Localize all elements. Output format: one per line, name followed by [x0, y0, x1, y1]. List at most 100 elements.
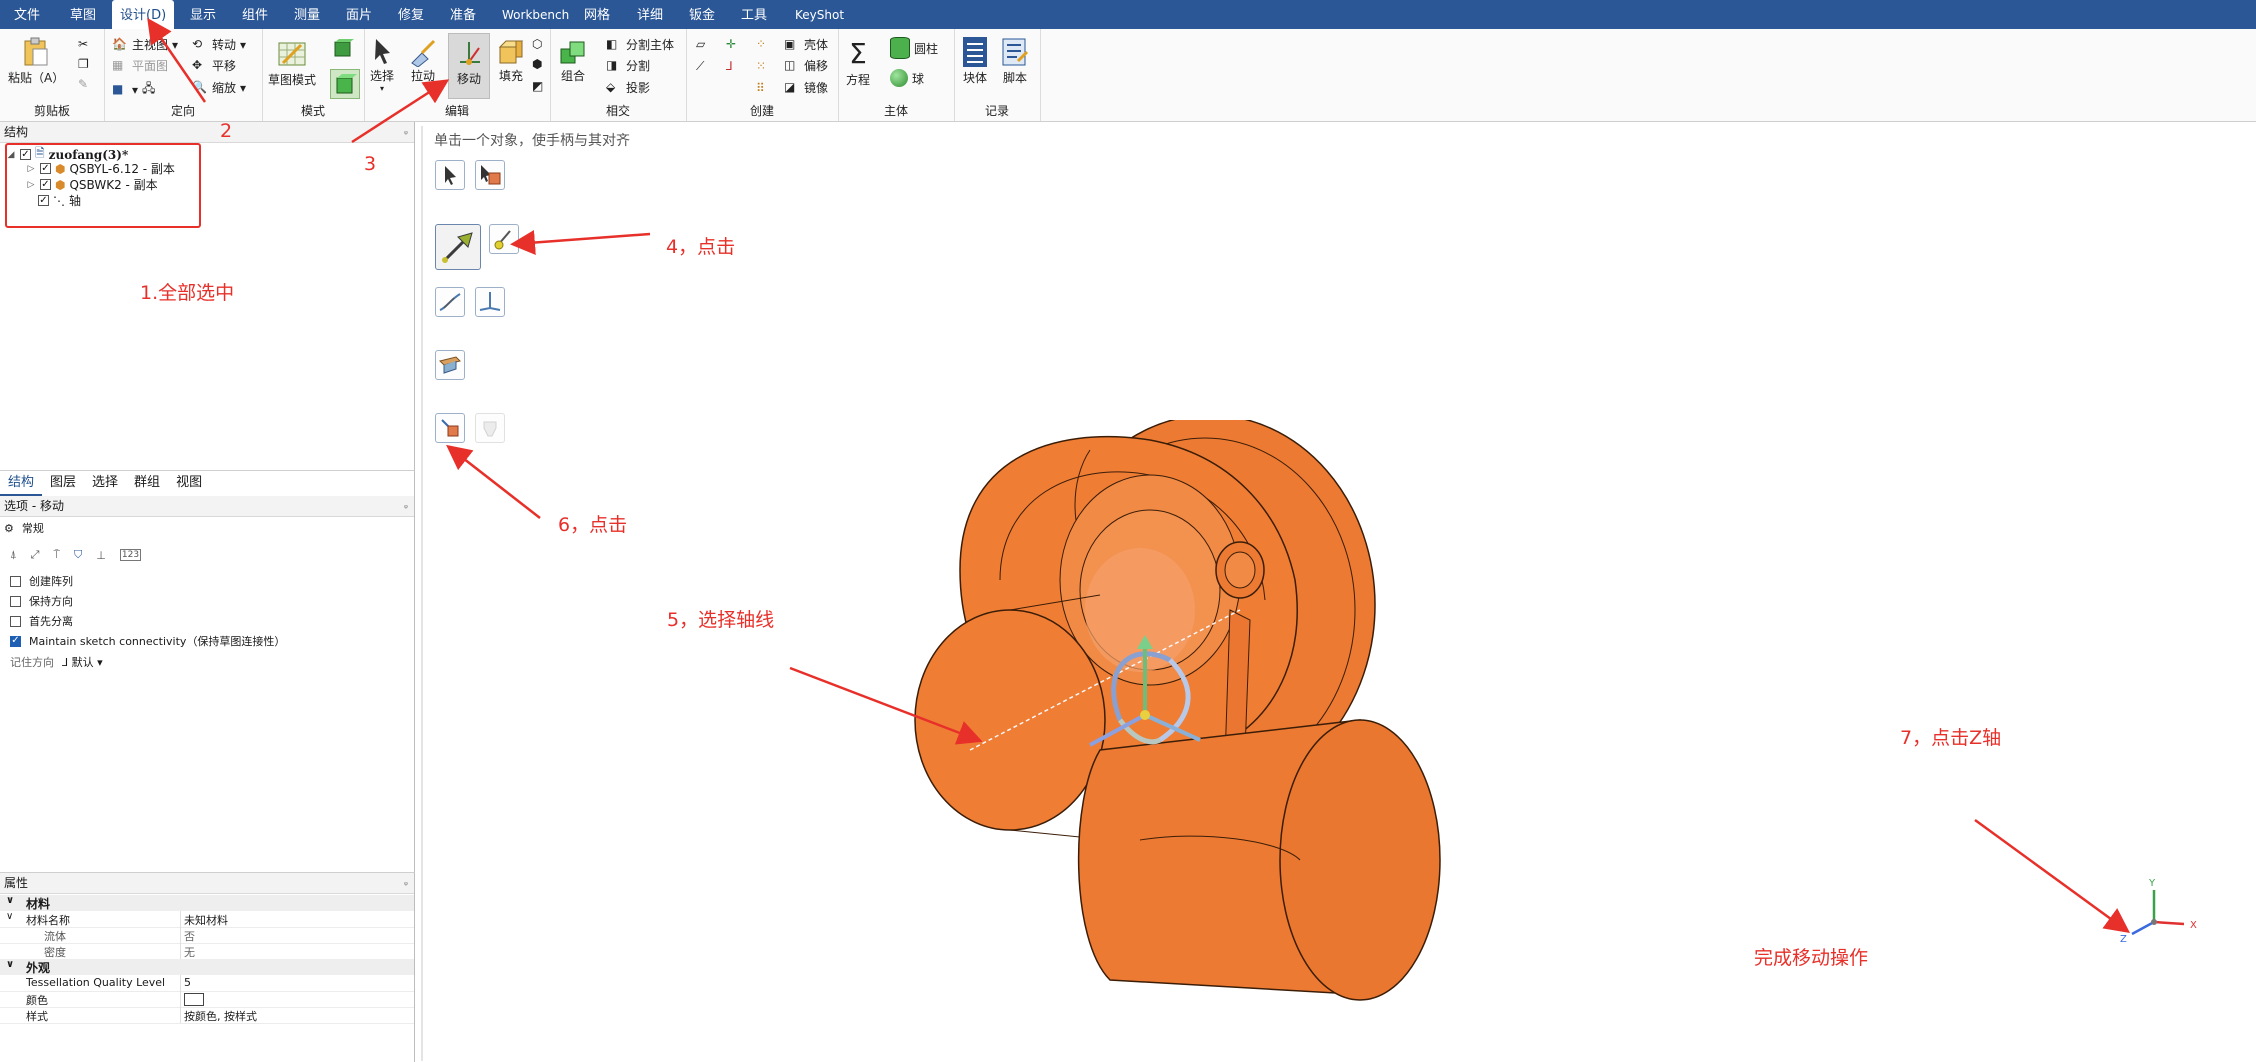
menu-assembly[interactable]: 组件 [242, 0, 268, 29]
menu-sketch[interactable]: 草图 [70, 0, 96, 29]
menu-sheetmetal[interactable]: 钣金 [689, 0, 715, 29]
format-painter-icon[interactable]: ✎ [78, 77, 88, 91]
menu-prepare[interactable]: 准备 [450, 0, 476, 29]
menu-display[interactable]: 显示 [190, 0, 216, 29]
fluid-row[interactable]: 流体 否 [0, 927, 414, 944]
up-to-tool[interactable] [435, 413, 465, 443]
grid-pattern-icon[interactable]: ⠿ [756, 81, 765, 95]
axis-select-icon[interactable]: ⤢ [31, 548, 40, 562]
menu-keyshot[interactable]: KeyShot [795, 0, 844, 29]
section-mode-icon[interactable] [332, 37, 354, 59]
menu-file[interactable]: 文件 [14, 0, 40, 29]
sphere-button[interactable]: 球 [890, 69, 924, 87]
tab-groups[interactable]: 群组 [126, 472, 168, 494]
ruler-dimension-tool[interactable] [435, 350, 465, 380]
split-button[interactable]: ◨ 分割 [606, 57, 650, 74]
script-button[interactable]: 脚本 [1000, 35, 1030, 86]
keep-orientation-checkbox[interactable] [10, 595, 21, 607]
collapse-icon[interactable]: ∨ [6, 959, 14, 970]
orientation-dropdown[interactable]: ⅃ 默认 ▾ [62, 654, 103, 670]
anchor-icon[interactable]: ⍋ [10, 548, 17, 562]
detach-icon[interactable]: ⛉ [74, 548, 82, 562]
color-row[interactable]: 颜色 [0, 991, 414, 1008]
select-component-tool[interactable] [475, 160, 505, 190]
material-category[interactable]: ∨ 材料 [0, 895, 414, 911]
detach-first-checkbox[interactable] [10, 615, 21, 627]
point-pattern-icon[interactable]: ⁘ [756, 37, 766, 51]
tab-layers[interactable]: 图层 [42, 472, 84, 494]
zoom-button[interactable]: 🔍 缩放 ▾ [192, 79, 246, 96]
menu-mesh[interactable]: 网格 [584, 0, 610, 29]
plan-view-button[interactable]: ▦ 平面图 [112, 57, 168, 74]
move-along-trajectory-tool[interactable] [435, 287, 465, 317]
equation-button[interactable]: Σ 方程 [846, 37, 870, 88]
menu-measure[interactable]: 测量 [294, 0, 320, 29]
measure-icon[interactable]: 123 [119, 549, 142, 561]
anchor-tool[interactable] [489, 224, 519, 254]
project-button[interactable]: ⬙ 投影 [606, 79, 650, 96]
offset-button[interactable]: ◫ 偏移 [784, 57, 828, 74]
pin-icon[interactable]: ᵩ [404, 496, 408, 516]
create-pattern-checkbox[interactable] [10, 575, 21, 587]
menu-detail[interactable]: 详细 [637, 0, 663, 29]
axis-triad[interactable]: Y X Z [2112, 864, 2202, 954]
move-handle-tool[interactable] [435, 224, 481, 270]
viewport-divider[interactable] [421, 126, 423, 1061]
density-row[interactable]: 密度 无 [0, 943, 414, 960]
style-row[interactable]: 样式 按颜色, 按样式 [0, 1007, 414, 1024]
axis-icon[interactable]: ⟋ [696, 59, 704, 74]
up-to-icon[interactable]: ⊥ [96, 549, 106, 562]
block-button[interactable]: 块体 [960, 35, 990, 86]
pan-button[interactable]: ✥ 平移 [192, 57, 236, 74]
select-handle-tool[interactable] [435, 160, 465, 190]
select-button[interactable]: 选择 ▾ [368, 37, 396, 93]
3d-mode-icon[interactable] [330, 69, 360, 99]
material-name-row[interactable]: ∨ 材料名称 未知材料 [0, 911, 414, 928]
menu-repair[interactable]: 修复 [398, 0, 424, 29]
tab-views[interactable]: 视图 [168, 472, 210, 494]
tweak-face-icon[interactable]: ⬢ [532, 57, 542, 71]
plane-icon[interactable]: ▱ [696, 37, 705, 51]
z-axis-line[interactable] [2131, 920, 2155, 936]
appearance-category[interactable]: ∨ 外观 [0, 959, 414, 975]
keep-orientation-option[interactable]: 保持方向 [10, 593, 73, 609]
sketch-mode-button[interactable]: 草图模式 [268, 37, 316, 88]
rotate-button[interactable]: ⟲ 转动 ▾ [192, 36, 246, 53]
ruler-icon[interactable]: ⍑ [53, 548, 60, 562]
create-pattern-option[interactable]: 创建阵列 [10, 573, 73, 589]
coordinate-system-icon[interactable]: ⅃ [726, 59, 733, 73]
menu-facets[interactable]: 面片 [346, 0, 372, 29]
pull-button[interactable]: 拉动 [408, 37, 438, 84]
x-axis-line[interactable] [2153, 920, 2185, 926]
pin-icon[interactable]: ᵩ [404, 122, 408, 142]
shell-button[interactable]: ▣ 壳体 [784, 36, 828, 53]
tessellation-row[interactable]: Tessellation Quality Level 5 [0, 975, 414, 992]
combine-button[interactable]: 组合 [558, 37, 588, 84]
tab-selection[interactable]: 选择 [84, 472, 126, 494]
blend-icon[interactable]: ◩ [532, 79, 543, 93]
copy-icon[interactable]: ❐ [78, 57, 89, 71]
menu-tools[interactable]: 工具 [741, 0, 767, 29]
tab-structure[interactable]: 结构 [0, 472, 43, 496]
collapse-icon[interactable]: ∨ [6, 911, 13, 922]
maintain-sketch-checkbox[interactable] [10, 635, 21, 647]
mirror-button[interactable]: ◪ 镜像 [784, 79, 828, 96]
origin-icon[interactable]: ✛ [726, 37, 736, 51]
color-swatch[interactable] [184, 993, 204, 1006]
detach-first-option[interactable]: 首先分离 [10, 613, 73, 629]
move-button[interactable]: 移动 [448, 33, 490, 99]
split-body-button[interactable]: ◧ 分割主体 [606, 36, 674, 53]
home-view-button[interactable]: 🏠 主视图 ▾ [112, 36, 178, 53]
paste-button[interactable]: 粘贴（A） [8, 35, 64, 86]
pin-icon[interactable]: ᵩ [404, 873, 408, 893]
menu-design[interactable]: 设计(D) [112, 0, 175, 29]
turbocharger-model[interactable] [900, 420, 1500, 1020]
view-cube-button[interactable]: ■ ▾ 🖧 [112, 79, 155, 100]
collapse-icon[interactable]: ∨ [6, 895, 14, 906]
maintain-sketch-option[interactable]: Maintain sketch connectivity（保持草图连接性） [10, 633, 285, 649]
fill-button[interactable]: 填充 [496, 37, 526, 84]
cut-icon[interactable]: ✂ [78, 37, 88, 51]
menu-workbench[interactable]: Workbench [502, 0, 569, 29]
orient-axis-tool[interactable] [475, 287, 505, 317]
replace-icon[interactable]: ⬡ [532, 37, 542, 51]
